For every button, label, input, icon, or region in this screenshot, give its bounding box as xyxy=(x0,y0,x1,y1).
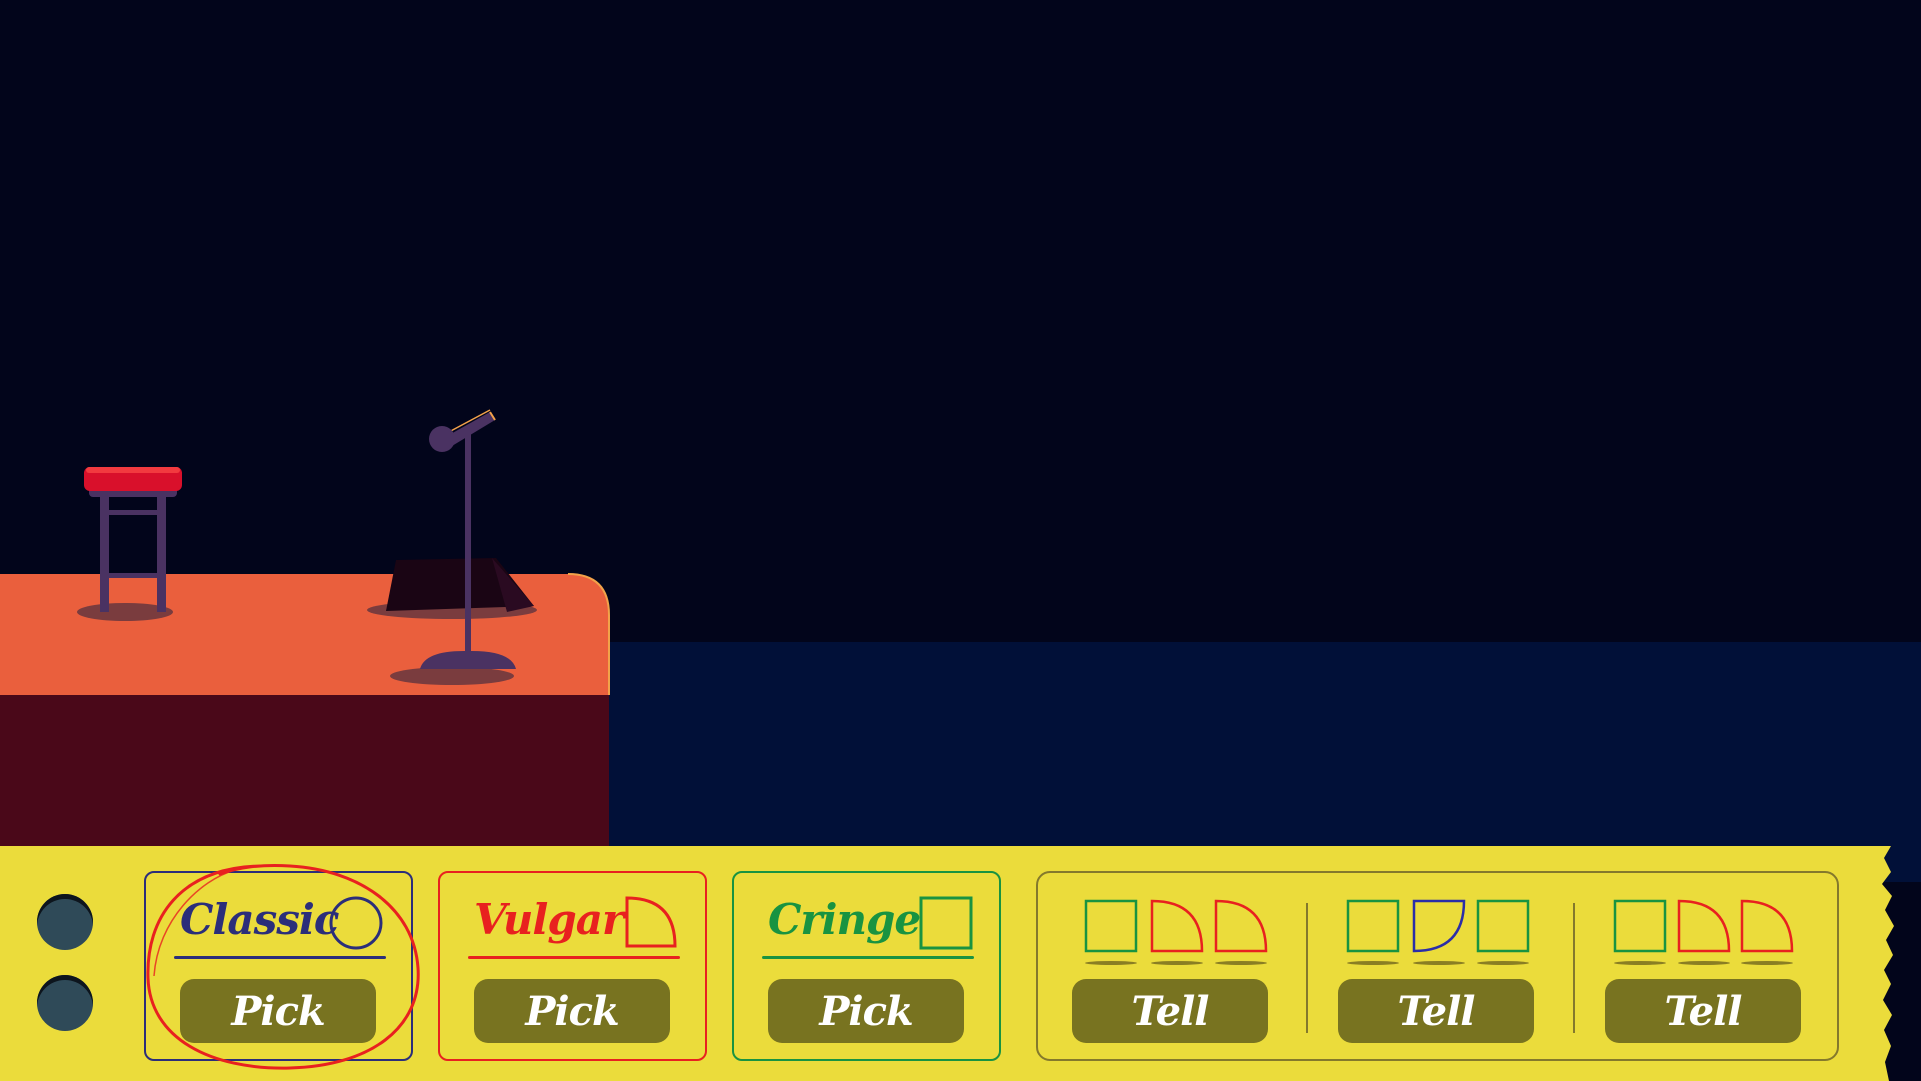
pick-button-cringe[interactable]: Pick xyxy=(768,979,964,1043)
tell-button-2[interactable]: Tell xyxy=(1338,979,1534,1043)
cringe-square-icon xyxy=(1613,899,1667,965)
cringe-square-icon xyxy=(1084,899,1138,965)
cringe-square-icon xyxy=(1346,899,1400,965)
joke-divider-1 xyxy=(1306,903,1308,1033)
vulgar-quarter-icon xyxy=(1677,899,1731,965)
classic-quarter-icon xyxy=(1412,899,1466,965)
selected-highlight-circle xyxy=(146,864,420,1070)
joke-2-shapes xyxy=(1346,899,1536,971)
vulgar-quarter-icon xyxy=(1150,899,1204,965)
binder-hole-top xyxy=(37,894,93,950)
cringe-square-icon xyxy=(1476,899,1530,965)
joke-1-shapes xyxy=(1084,899,1274,971)
category-underline-cringe xyxy=(762,956,974,959)
joke-divider-2 xyxy=(1573,903,1575,1033)
pick-button-vulgar[interactable]: Pick xyxy=(474,979,670,1043)
quarter-circle-icon xyxy=(625,896,677,948)
joke-cards-group: Tell Tell Tell xyxy=(1036,871,1839,1061)
tell-button-1[interactable]: Tell xyxy=(1072,979,1268,1043)
binder-hole-bottom xyxy=(37,975,93,1031)
category-title-vulgar: Vulgar xyxy=(474,895,624,944)
tell-button-3[interactable]: Tell xyxy=(1605,979,1801,1043)
joke-3-shapes xyxy=(1613,899,1803,971)
category-underline-vulgar xyxy=(468,956,680,959)
square-icon xyxy=(919,896,973,950)
vulgar-quarter-icon xyxy=(1214,899,1268,965)
sky xyxy=(0,0,1921,642)
stage-front xyxy=(0,695,609,847)
vulgar-quarter-icon xyxy=(1740,899,1794,965)
category-card-cringe: Cringe Pick xyxy=(732,871,1001,1061)
category-card-vulgar: Vulgar Pick xyxy=(438,871,707,1061)
category-title-cringe: Cringe xyxy=(768,895,921,944)
